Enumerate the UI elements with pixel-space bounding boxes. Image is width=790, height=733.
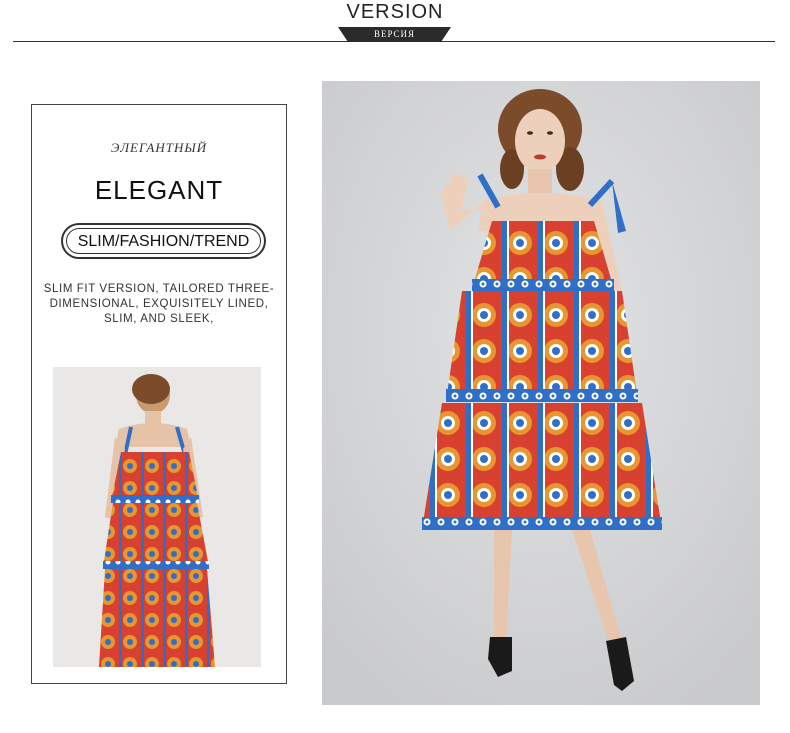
english-heading: ELEGANT	[94, 175, 224, 205]
front-view-photo	[322, 81, 760, 705]
info-card: ЭЛЕГАНТНЫЙ ELEGANT SLIM/FASHION/TREND SL…	[31, 104, 287, 684]
description-line: SLIM, AND SLEEK,	[104, 313, 214, 325]
description-line: SLIM FIT VERSION, TAILORED THREE-	[43, 283, 275, 295]
version-title: VERSION	[346, 1, 444, 23]
version-subtitle-tab: ВЕРСИЯ	[338, 27, 451, 42]
tagline-text: SLIM/FASHION/TREND	[66, 228, 261, 254]
tagline-badge: SLIM/FASHION/TREND	[61, 223, 266, 259]
description-line: DIMENSIONAL, EXQUISITELY LINED,	[49, 298, 269, 310]
description-text: SLIM FIT VERSION, TAILORED THREE- DIMENS…	[38, 282, 280, 327]
back-view-photo	[53, 367, 261, 667]
russian-heading: ЭЛЕГАНТНЫЙ	[110, 140, 208, 155]
version-subtitle: ВЕРСИЯ	[373, 29, 416, 39]
